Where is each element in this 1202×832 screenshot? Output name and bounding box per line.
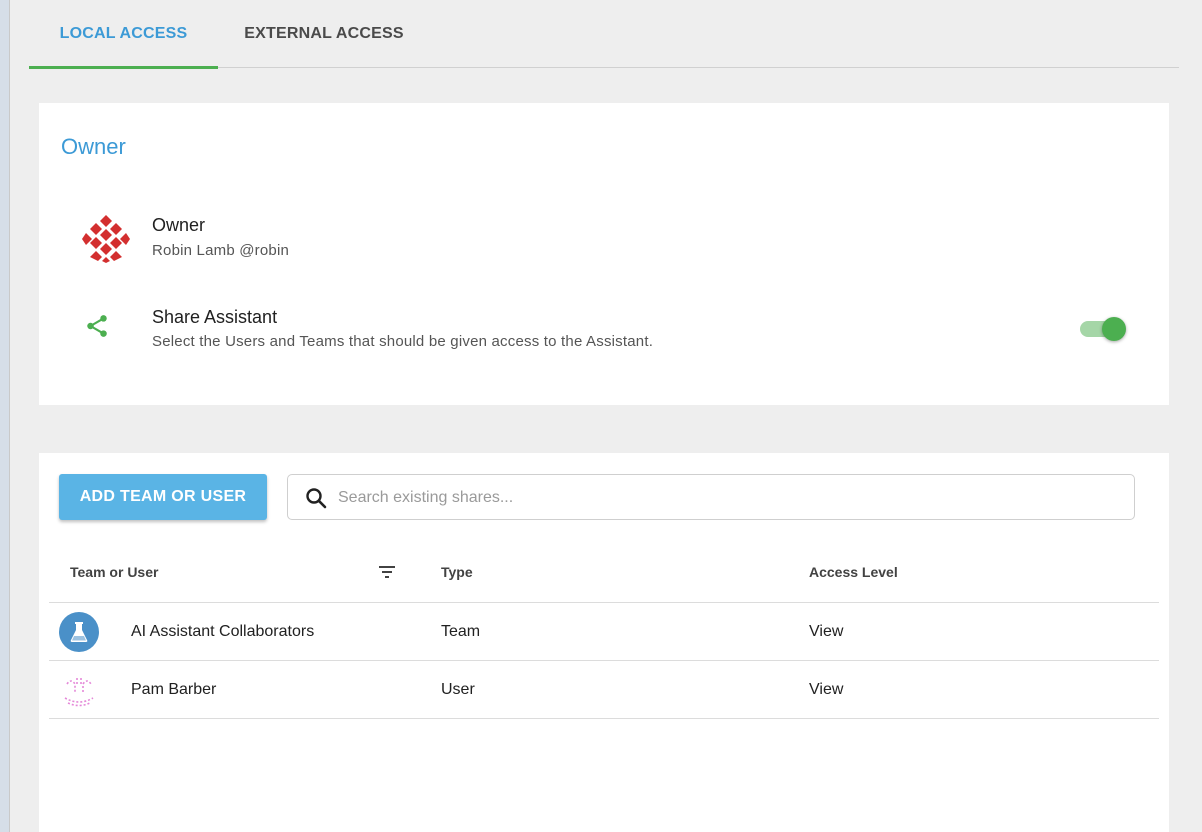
owner-avatar xyxy=(80,211,132,263)
flask-icon xyxy=(70,622,88,642)
sharing-panel: LOCAL ACCESS EXTERNAL ACCESS Owner Owner… xyxy=(9,0,1202,832)
filter-icon[interactable] xyxy=(377,562,397,582)
tab-local-access[interactable]: LOCAL ACCESS xyxy=(29,0,218,67)
search-input[interactable] xyxy=(336,481,1120,515)
table-header: Team or User Type Access Level xyxy=(49,548,1159,603)
share-assistant-description: Select the Users and Teams that should b… xyxy=(152,333,654,350)
column-header-team-or-user[interactable]: Team or User xyxy=(70,548,158,596)
row-type: Team xyxy=(441,623,481,640)
tab-external-access[interactable]: EXTERNAL ACCESS xyxy=(218,0,430,67)
share-assistant-toggle[interactable] xyxy=(1080,317,1126,341)
add-team-or-user-button[interactable]: ADD TEAM OR USER xyxy=(59,474,267,520)
search-box[interactable] xyxy=(287,474,1135,520)
toggle-thumb xyxy=(1102,317,1126,341)
owner-card: Owner Owner Robin Lamb @robin Share Assi… xyxy=(39,103,1169,405)
owner-row-title: Owner xyxy=(152,215,206,235)
access-tabs: LOCAL ACCESS EXTERNAL ACCESS xyxy=(29,0,1179,69)
table-row[interactable]: AI Assistant Collaborators Team View xyxy=(49,603,1159,661)
row-name: Pam Barber xyxy=(131,681,217,698)
owner-name: Robin Lamb @robin xyxy=(152,242,290,259)
owner-section-title: Owner xyxy=(61,134,126,159)
user-avatar xyxy=(59,670,99,710)
column-header-access-level[interactable]: Access Level xyxy=(809,548,898,596)
active-tab-indicator xyxy=(29,66,218,69)
share-assistant-title: Share Assistant xyxy=(152,307,278,327)
column-header-type[interactable]: Type xyxy=(441,548,473,596)
row-name: AI Assistant Collaborators xyxy=(131,623,315,640)
row-access-level[interactable]: View xyxy=(809,603,843,661)
table-row[interactable]: Pam Barber User View xyxy=(49,661,1159,719)
team-avatar xyxy=(59,612,99,652)
shares-card: ADD TEAM OR USER Team or User Type Acces… xyxy=(39,453,1169,832)
search-icon xyxy=(306,488,327,509)
share-icon xyxy=(84,313,110,339)
row-access-level[interactable]: View xyxy=(809,661,843,719)
row-type: User xyxy=(441,681,475,698)
